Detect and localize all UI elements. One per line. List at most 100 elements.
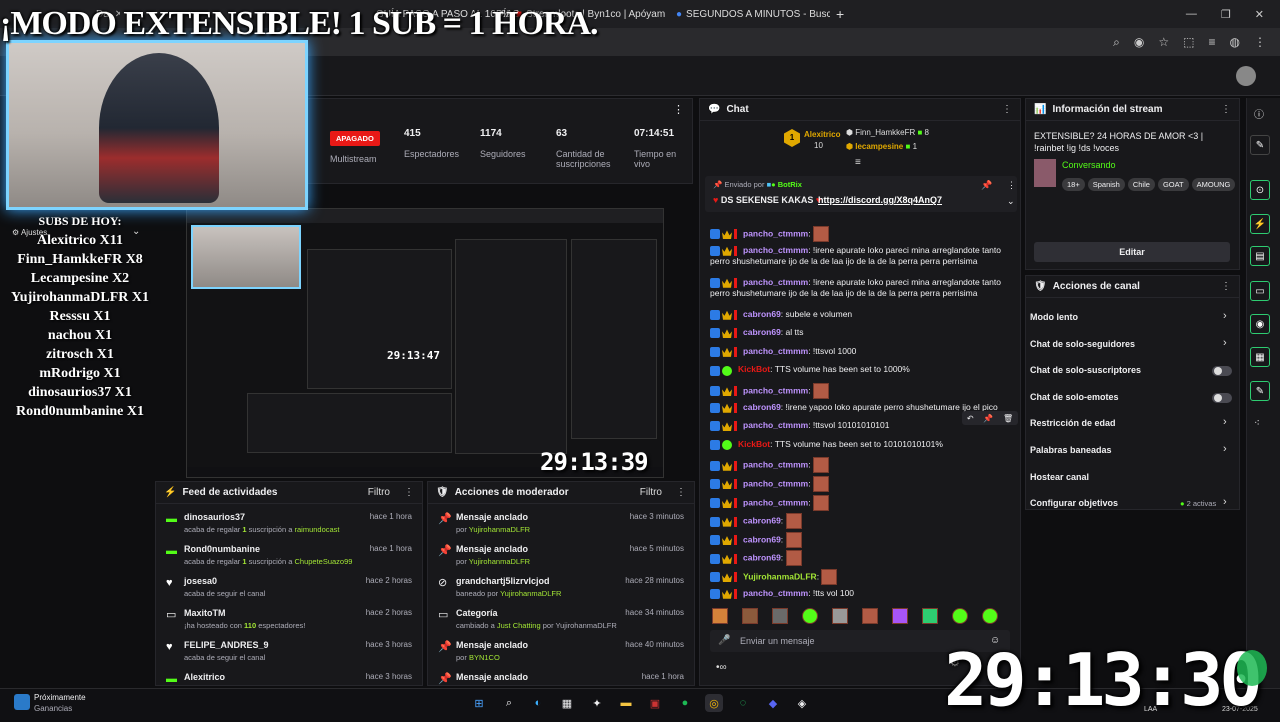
more-icon[interactable]: ⋮ [1007, 180, 1016, 191]
folder-icon[interactable]: ▬ [617, 694, 635, 712]
sort-icon[interactable]: ≡ [855, 157, 861, 168]
chat-icon[interactable]: ▭ [1250, 281, 1270, 301]
chat-username[interactable]: cabron69 [743, 327, 781, 337]
feed-user[interactable]: Rond0numbanine [184, 544, 260, 554]
mod-action-item[interactable]: ⊘ grandchartj5lizrvlcjod hace 28 minutos ba… [428, 574, 694, 606]
mod-action-item[interactable]: 📌 Mensaje anclado hace 1 hora [428, 670, 694, 685]
chat-username[interactable]: pancho_ctmmm [743, 588, 808, 598]
emote-icon[interactable] [892, 608, 908, 624]
chat-message[interactable]: cabron69: [710, 531, 1010, 548]
unpin-icon[interactable]: 📌 [981, 180, 992, 191]
channel-action-item[interactable]: Chat de solo-suscriptores [1030, 365, 1141, 375]
channel-action-item[interactable]: Hostear canal [1030, 472, 1089, 482]
channel-action-item[interactable]: Configurar objetivos [1030, 498, 1118, 508]
emote-icon[interactable] [982, 608, 998, 624]
camera-icon[interactable]: ⊙ [1250, 180, 1270, 200]
chat-username[interactable]: pancho_ctmmm [743, 420, 808, 430]
chat-username[interactable]: pancho_ctmmm [743, 277, 808, 287]
chat-message[interactable]: pancho_ctmmm: !tts vol 100 [710, 588, 1010, 599]
eye-icon[interactable]: ◉ [1134, 35, 1144, 49]
mod-action-item[interactable]: ▭ Categoría hace 34 minutos cambiado a Just… [428, 606, 694, 638]
chat-message[interactable]: cabron69: [710, 513, 1010, 530]
minimize-icon[interactable]: — [1186, 8, 1197, 21]
feed-user[interactable]: FELIPE_ANDRES_9 [184, 640, 269, 650]
broadcast-icon[interactable]: ◉ [1250, 314, 1270, 334]
pin-icon[interactable]: 📌 [983, 414, 993, 423]
top-user-3[interactable]: ⬢ lecampesine ■ 1 [846, 142, 917, 151]
close-window-icon[interactable]: ✕ [1255, 8, 1264, 21]
feed-item[interactable]: ▬ Alexitrico hace 3 horas [156, 670, 422, 685]
chevron-right-icon[interactable]: › [1223, 416, 1227, 428]
pinned-link[interactable]: https://discord.gg/X8q4AnQ7 [818, 195, 942, 205]
chat-message[interactable]: pancho_ctmmm: [710, 457, 1010, 474]
playlist-icon[interactable]: ≡ [1209, 35, 1216, 49]
feed-item[interactable]: ▬ dinosaurios37 hace 1 hora acaba de regala… [156, 510, 422, 542]
whatsapp-icon[interactable]: ◌ [734, 694, 752, 712]
chevron-right-icon[interactable]: › [1223, 496, 1227, 508]
chat-message[interactable]: pancho_ctmmm: !irene apurate loko pareci… [710, 245, 1010, 256]
app-icon[interactable]: ◈ [793, 694, 811, 712]
chat-message[interactable]: cabron69: [710, 550, 1010, 567]
edge-icon[interactable]: ◐ [529, 694, 547, 712]
feed-item[interactable]: ▬ Rond0numbanine hace 1 hora acaba de regal… [156, 542, 422, 574]
chrome-icon[interactable]: ◎ [705, 694, 723, 712]
filter-button[interactable]: Filtro [640, 487, 662, 498]
channel-action-item[interactable]: Modo lento [1030, 312, 1078, 322]
top-user-2[interactable]: ⬢ Finn_HamkkeFR ■ 8 [846, 128, 929, 137]
zoom-icon[interactable]: ⌕ [1113, 35, 1120, 50]
more-icon[interactable]: ⋮ [404, 487, 414, 498]
emote-icon[interactable] [862, 608, 878, 624]
tools-icon[interactable]: ✎ [1250, 381, 1270, 401]
feed-user[interactable]: josesa0 [184, 576, 217, 586]
chat-username[interactable]: cabron69 [743, 534, 781, 544]
new-tab-button[interactable]: + [830, 0, 850, 28]
chevron-down-icon[interactable]: ⌄ [1007, 196, 1015, 207]
search-icon[interactable]: ⌕ [500, 694, 518, 712]
clipboard-icon[interactable]: ▤ [1250, 246, 1270, 266]
delete-icon[interactable]: 🗑 [1003, 414, 1013, 423]
chevron-right-icon[interactable]: › [1223, 337, 1227, 349]
app-icon[interactable]: ▣ [646, 694, 664, 712]
channel-action-item[interactable]: Chat de solo-emotes [1030, 392, 1119, 402]
feed-user[interactable]: MaxitoTM [184, 608, 226, 618]
app-icon[interactable]: ✦ [588, 694, 606, 712]
chat-message[interactable]: pancho_ctmmm: [710, 383, 1010, 399]
chat-username[interactable]: cabron69 [743, 553, 781, 563]
chat-username[interactable]: KickBot [738, 439, 770, 449]
mod-action-item[interactable]: 📌 Mensaje anclado hace 5 minutos por Yujiro… [428, 542, 694, 574]
reply-icon[interactable]: ↶ [967, 414, 974, 423]
apps-icon[interactable]: ⁖ [1254, 418, 1260, 429]
chat-message[interactable]: cabron69: subele e volumen [710, 309, 1010, 320]
chat-username[interactable]: pancho_ctmmm [743, 497, 808, 507]
chat-message[interactable]: KickBot: TTS volume has been set to 1010… [710, 439, 1010, 450]
chevron-right-icon[interactable]: › [1223, 310, 1227, 322]
windows-start-icon[interactable]: ⊞ [470, 694, 488, 712]
chat-username[interactable]: pancho_ctmmm [743, 228, 808, 238]
emote-icon[interactable] [832, 608, 848, 624]
category-name[interactable]: Conversando [1062, 160, 1116, 170]
emote-icon[interactable] [712, 608, 728, 624]
emote-icon[interactable] [952, 608, 968, 624]
chat-message[interactable]: pancho_ctmmm: [710, 494, 1010, 511]
chat-username[interactable]: pancho_ctmmm [743, 245, 808, 255]
chat-username[interactable]: cabron69 [743, 309, 781, 319]
filter-button[interactable]: Filtro [368, 487, 390, 498]
toggle-switch[interactable] [1212, 392, 1232, 403]
emote-icon[interactable] [922, 608, 938, 624]
chat-username[interactable]: cabron69 [743, 402, 781, 412]
chat-username[interactable]: YujirohanmaDLFR [743, 571, 817, 581]
chevron-right-icon[interactable]: › [1223, 443, 1227, 455]
more-icon[interactable]: ⋮ [673, 103, 684, 116]
emote-icon[interactable] [802, 608, 818, 624]
chat-message[interactable]: pancho_ctmmm: !irene apurate loko pareci… [710, 277, 1010, 288]
feed-item[interactable]: ▭ MaxitoTM hace 2 horas ¡ha hosteado con 11… [156, 606, 422, 638]
info-icon[interactable]: ⓘ [1254, 106, 1264, 121]
chat-username[interactable]: KickBot [738, 364, 770, 374]
feed-item[interactable]: ♥ josesa0 hace 2 horas acaba de seguir el c… [156, 574, 422, 606]
mod-action-item[interactable]: 📌 Mensaje anclado hace 3 minutos por Yujiro… [428, 510, 694, 542]
feed-user[interactable]: Alexitrico [184, 672, 225, 682]
feed-user[interactable]: dinosaurios37 [184, 512, 245, 522]
extensions-icon[interactable]: ⬚ [1183, 35, 1194, 49]
feed-item[interactable]: ♥ FELIPE_ANDRES_9 hace 3 horas acaba de seg… [156, 638, 422, 670]
more-icon[interactable]: ⋮ [676, 487, 686, 498]
